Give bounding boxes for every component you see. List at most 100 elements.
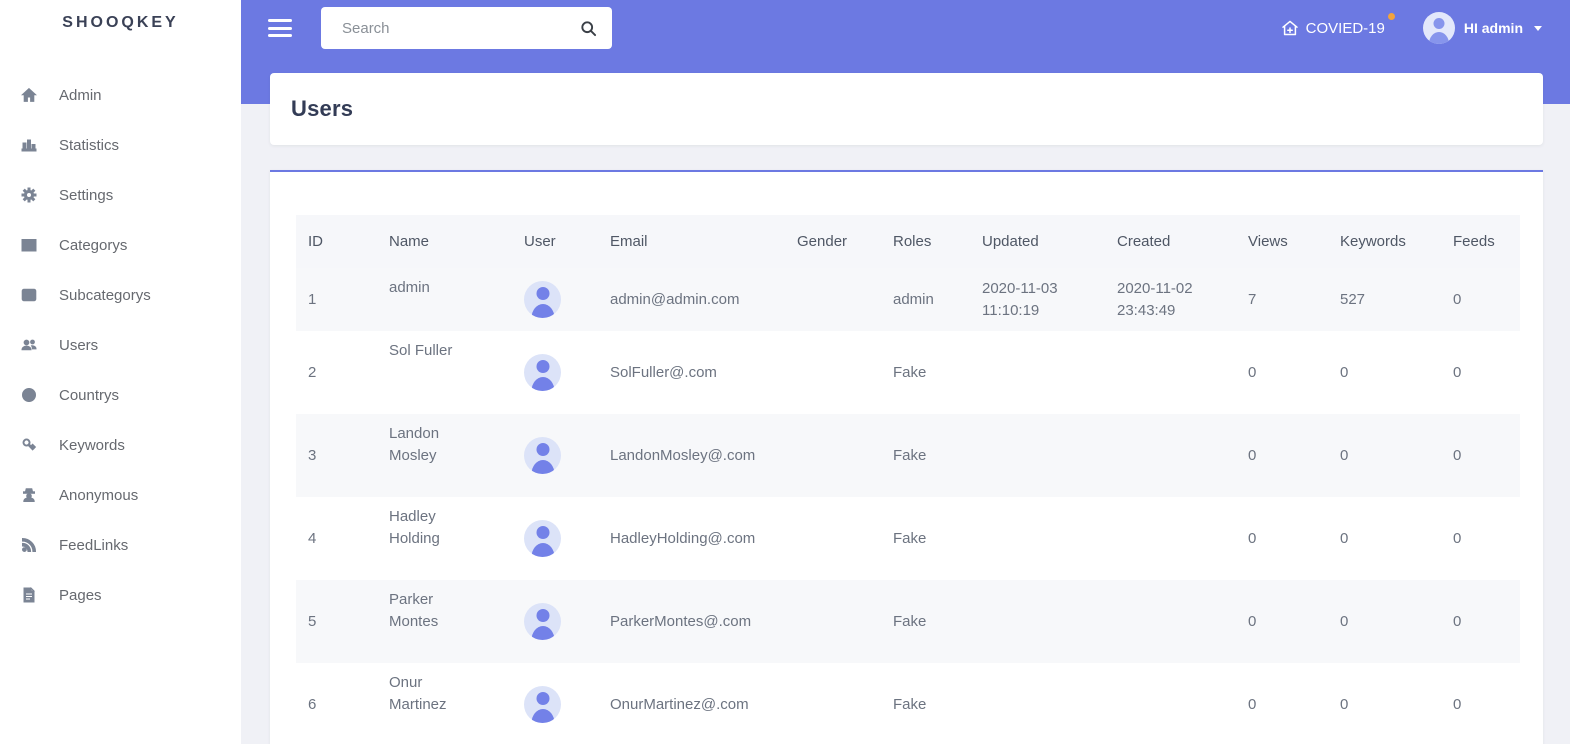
cell-gender bbox=[785, 268, 881, 331]
cell-roles: Fake bbox=[893, 363, 927, 381]
table-row[interactable]: 5 Parker Montes ParkerMontes@.com Fake 0… bbox=[296, 580, 1520, 663]
page-title: Users bbox=[291, 96, 354, 121]
cell-roles: Fake bbox=[893, 695, 927, 713]
sidebar-item-pages[interactable]: Pages bbox=[0, 570, 241, 620]
rss-icon bbox=[20, 537, 37, 554]
cell-updated bbox=[970, 497, 1105, 580]
cell-views: 0 bbox=[1248, 612, 1257, 630]
cell-user bbox=[512, 580, 598, 663]
row-avatar-icon bbox=[524, 437, 561, 474]
table-row[interactable]: 3 Landon Mosley LandonMosley@.com Fake 0… bbox=[296, 414, 1520, 497]
cell-updated bbox=[970, 580, 1105, 663]
cell-roles: Fake bbox=[893, 612, 927, 630]
sidebar-item-countrys[interactable]: Countrys bbox=[0, 370, 241, 420]
sidebar-item-statistics[interactable]: Statistics bbox=[0, 120, 241, 170]
sidebar-item-label: Settings bbox=[59, 186, 114, 204]
main-area: COVIED-19 HI admin Users bbox=[241, 0, 1570, 744]
cell-email: LandonMosley@.com bbox=[610, 446, 756, 464]
sidebar-item-label: FeedLinks bbox=[59, 536, 129, 554]
row-avatar-icon bbox=[524, 686, 561, 723]
sidebar-item-anonymous[interactable]: Anonymous bbox=[0, 470, 241, 520]
cell-id: 1 bbox=[308, 290, 317, 308]
users-table-card: ID Name User Email Gender Roles Updated … bbox=[270, 170, 1543, 744]
cell-user bbox=[512, 663, 598, 744]
user-menu[interactable]: HI admin bbox=[1422, 12, 1542, 44]
cell-user bbox=[512, 497, 598, 580]
table-row[interactable]: 4 Hadley Holding HadleyHolding@.com Fake bbox=[296, 497, 1520, 580]
sidebar-item-settings[interactable]: Settings bbox=[0, 170, 241, 220]
table-row[interactable]: 6 Onur Martinez OnurMartinez@.com Fake 0… bbox=[296, 663, 1520, 744]
table-row[interactable]: 2 Sol Fuller SolFuller@.com Fake 0 0 0 bbox=[296, 331, 1520, 414]
cell-name: Parker Montes bbox=[389, 591, 439, 630]
column-header-name: Name bbox=[389, 233, 430, 250]
cell-keywords: 0 bbox=[1340, 529, 1349, 547]
file-icon bbox=[20, 587, 37, 604]
sidebar-item-feedlinks[interactable]: FeedLinks bbox=[0, 520, 241, 570]
users-table: ID Name User Email Gender Roles Updated … bbox=[296, 215, 1520, 744]
sidebar-item-users[interactable]: Users bbox=[0, 320, 241, 370]
column-header-user: User bbox=[524, 233, 556, 250]
column-header-roles: Roles bbox=[893, 233, 932, 250]
cell-roles: Fake bbox=[893, 529, 927, 547]
column-header-keywords: Keywords bbox=[1340, 233, 1406, 250]
sidebar-nav: Admin Statistics Settings Categorys Subc… bbox=[0, 70, 241, 620]
cell-created bbox=[1105, 497, 1236, 580]
column-header-gender: Gender bbox=[797, 233, 848, 250]
cell-user bbox=[512, 331, 598, 414]
cell-roles: Fake bbox=[893, 446, 927, 464]
sidebar-item-subcategorys[interactable]: Subcategorys bbox=[0, 270, 241, 320]
cell-name: Sol Fuller bbox=[389, 342, 453, 359]
covid-link-label: COVIED-19 bbox=[1305, 19, 1385, 37]
cell-views: 0 bbox=[1248, 363, 1257, 381]
sidebar-item-label: Statistics bbox=[59, 136, 120, 154]
cell-id: 4 bbox=[308, 529, 317, 547]
column-header-views: Views bbox=[1248, 233, 1288, 250]
home-icon bbox=[20, 87, 37, 104]
cell-email: OnurMartinez@.com bbox=[610, 695, 749, 713]
cell-id: 6 bbox=[308, 695, 317, 713]
gear-icon bbox=[20, 187, 37, 204]
cell-created bbox=[1105, 331, 1236, 414]
notification-dot bbox=[1387, 13, 1395, 20]
table-row[interactable]: 1 admin admin@admin.com admin 2020-11-03… bbox=[296, 268, 1520, 331]
navbar-right: COVIED-19 HI admin bbox=[1281, 12, 1570, 44]
cell-gender bbox=[785, 331, 881, 414]
sidebar-item-label: Categorys bbox=[59, 236, 128, 254]
cell-created: 2020-11-02 23:43:49 bbox=[1117, 279, 1193, 319]
column-header-feeds: Feeds bbox=[1453, 233, 1495, 250]
spy-icon bbox=[20, 487, 37, 504]
column-header-id: ID bbox=[308, 233, 323, 250]
cell-updated: 2020-11-03 11:10:19 bbox=[982, 279, 1058, 319]
cell-views: 0 bbox=[1248, 446, 1257, 464]
user-avatar-icon bbox=[1422, 12, 1455, 44]
cell-keywords: 0 bbox=[1340, 612, 1349, 630]
cell-gender bbox=[785, 580, 881, 663]
sidebar-item-keywords[interactable]: Keywords bbox=[0, 420, 241, 470]
cell-name: Landon Mosley bbox=[389, 425, 440, 464]
column-header-created: Created bbox=[1117, 233, 1171, 250]
cell-feeds: 0 bbox=[1453, 695, 1462, 713]
cell-roles: admin bbox=[893, 290, 934, 308]
cell-name: admin bbox=[389, 279, 430, 296]
cell-keywords: 0 bbox=[1340, 695, 1349, 713]
cell-feeds: 0 bbox=[1453, 529, 1462, 547]
cell-user bbox=[512, 268, 598, 331]
menu-icon[interactable] bbox=[268, 18, 292, 38]
search-input[interactable] bbox=[321, 7, 612, 49]
brand-logo[interactable]: SHOOQKEY bbox=[0, 0, 241, 42]
cell-feeds: 0 bbox=[1453, 446, 1462, 464]
cell-feeds: 0 bbox=[1453, 612, 1462, 630]
content: Users ID Name User Email Gender Roles Up… bbox=[270, 73, 1543, 744]
search-icon[interactable] bbox=[576, 16, 600, 40]
cell-name: Onur Martinez bbox=[389, 674, 447, 713]
cell-gender bbox=[785, 663, 881, 744]
sidebar-item-categorys[interactable]: Categorys bbox=[0, 220, 241, 270]
covid-link[interactable]: COVIED-19 bbox=[1281, 13, 1395, 37]
cell-keywords: 0 bbox=[1340, 363, 1349, 381]
sidebar-item-label: Admin bbox=[59, 86, 102, 104]
sidebar-item-label: Anonymous bbox=[59, 486, 139, 504]
sidebar-item-label: Pages bbox=[59, 586, 102, 604]
cell-created bbox=[1105, 414, 1236, 497]
table-header-row: ID Name User Email Gender Roles Updated … bbox=[296, 215, 1520, 268]
sidebar-item-admin[interactable]: Admin bbox=[0, 70, 241, 120]
